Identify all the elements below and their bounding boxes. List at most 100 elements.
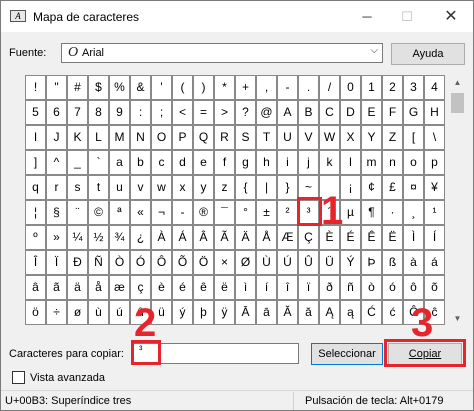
char-cell[interactable]: Ô: [151, 250, 172, 275]
char-cell[interactable]: Ï: [46, 250, 67, 275]
char-cell[interactable]: Ć: [361, 300, 382, 325]
char-cell[interactable]: E: [361, 100, 382, 125]
char-cell[interactable]: ö: [25, 300, 46, 325]
char-cell[interactable]: Ý: [340, 250, 361, 275]
char-cell[interactable]: ë: [214, 275, 235, 300]
char-cell[interactable]: ÿ: [214, 300, 235, 325]
char-cell[interactable]: H: [424, 100, 445, 125]
char-cell[interactable]: î: [277, 275, 298, 300]
char-cell[interactable]: 8: [88, 100, 109, 125]
char-cell[interactable]: %: [109, 75, 130, 100]
char-cell[interactable]: ¿: [130, 225, 151, 250]
char-cell[interactable]: Ú: [277, 250, 298, 275]
grid-scrollbar[interactable]: ▲ ▼: [449, 75, 466, 327]
char-cell[interactable]: ]: [25, 150, 46, 175]
char-cell[interactable]: Ñ: [88, 250, 109, 275]
char-cell[interactable]: R: [214, 125, 235, 150]
char-cell[interactable]: Â: [193, 225, 214, 250]
char-cell[interactable]: ú: [109, 300, 130, 325]
help-button[interactable]: Ayuda: [391, 43, 465, 65]
char-cell[interactable]: Å: [256, 225, 277, 250]
char-cell[interactable]: 9: [109, 100, 130, 125]
char-cell[interactable]: ": [46, 75, 67, 100]
char-cell[interactable]: ¤: [403, 175, 424, 200]
char-cell[interactable]: ð: [319, 275, 340, 300]
char-cell[interactable]: Í: [424, 225, 445, 250]
char-cell[interactable]: Ì: [403, 225, 424, 250]
char-cell[interactable]: Ù: [256, 250, 277, 275]
char-cell[interactable]: 1: [361, 75, 382, 100]
char-cell[interactable]: F: [382, 100, 403, 125]
char-cell[interactable]: M: [109, 125, 130, 150]
char-cell[interactable]: U: [277, 125, 298, 150]
char-cell[interactable]: â: [25, 275, 46, 300]
char-cell[interactable]: -: [277, 75, 298, 100]
char-cell[interactable]: ¶: [361, 200, 382, 225]
font-select[interactable]: O Arial ⌵: [61, 43, 383, 63]
char-cell[interactable]: ©: [88, 200, 109, 225]
char-cell[interactable]: C: [319, 100, 340, 125]
char-cell[interactable]: º: [25, 225, 46, 250]
char-cell[interactable]: ă: [298, 300, 319, 325]
char-cell[interactable]: ²: [277, 200, 298, 225]
char-cell[interactable]: *: [214, 75, 235, 100]
char-cell[interactable]: à: [403, 250, 424, 275]
char-cell[interactable]: £: [382, 175, 403, 200]
char-cell[interactable]: Ö: [193, 250, 214, 275]
char-cell[interactable]: /: [319, 75, 340, 100]
char-cell[interactable]: A: [277, 100, 298, 125]
char-cell[interactable]: D: [340, 100, 361, 125]
char-cell[interactable]: Ă: [277, 300, 298, 325]
char-cell[interactable]: å: [88, 275, 109, 300]
char-cell[interactable]: §: [46, 200, 67, 225]
char-cell[interactable]: ó: [382, 275, 403, 300]
char-cell[interactable]: >: [214, 100, 235, 125]
char-cell[interactable]: (: [172, 75, 193, 100]
char-cell[interactable]: ò: [361, 275, 382, 300]
char-cell[interactable]: ê: [193, 275, 214, 300]
char-cell[interactable]: ¼: [67, 225, 88, 250]
char-cell[interactable]: w: [151, 175, 172, 200]
char-cell[interactable]: Ç: [298, 225, 319, 250]
char-cell[interactable]: °: [235, 200, 256, 225]
char-cell[interactable]: 7: [67, 100, 88, 125]
char-cell[interactable]: +: [235, 75, 256, 100]
char-cell[interactable]: G: [403, 100, 424, 125]
char-cell[interactable]: q: [25, 175, 46, 200]
char-cell[interactable]: Î: [25, 250, 46, 275]
char-cell[interactable]: è: [151, 275, 172, 300]
char-cell[interactable]: $: [88, 75, 109, 100]
char-cell[interactable]: s: [67, 175, 88, 200]
char-cell[interactable]: ,: [256, 75, 277, 100]
char-cell[interactable]: ¨: [67, 200, 88, 225]
char-cell[interactable]: t: [88, 175, 109, 200]
char-cell[interactable]: ¸: [403, 200, 424, 225]
char-cell[interactable]: Ä: [235, 225, 256, 250]
char-cell[interactable]: \: [424, 125, 445, 150]
char-cell[interactable]: J: [46, 125, 67, 150]
char-cell[interactable]: 3: [403, 75, 424, 100]
char-cell[interactable]: Þ: [361, 250, 382, 275]
char-cell[interactable]: P: [172, 125, 193, 150]
char-cell[interactable]: õ: [424, 275, 445, 300]
char-cell[interactable]: c: [151, 150, 172, 175]
char-cell[interactable]: d: [172, 150, 193, 175]
char-cell[interactable]: ä: [67, 275, 88, 300]
char-cell[interactable]: ā: [256, 300, 277, 325]
char-cell[interactable]: -: [172, 200, 193, 225]
char-cell[interactable]: 6: [46, 100, 67, 125]
maximize-button[interactable]: ☐: [387, 1, 427, 32]
char-cell[interactable]: í: [256, 275, 277, 300]
char-cell[interactable]: 5: [25, 100, 46, 125]
char-cell[interactable]: B: [298, 100, 319, 125]
char-cell[interactable]: Ā: [235, 300, 256, 325]
char-cell[interactable]: u: [109, 175, 130, 200]
char-cell[interactable]: .: [298, 75, 319, 100]
char-cell[interactable]: m: [361, 150, 382, 175]
char-cell[interactable]: <: [172, 100, 193, 125]
char-cell[interactable]: r: [46, 175, 67, 200]
char-cell[interactable]: v: [130, 175, 151, 200]
char-cell[interactable]: ß: [382, 250, 403, 275]
char-cell[interactable]: @: [256, 100, 277, 125]
char-cell[interactable]: 4: [424, 75, 445, 100]
